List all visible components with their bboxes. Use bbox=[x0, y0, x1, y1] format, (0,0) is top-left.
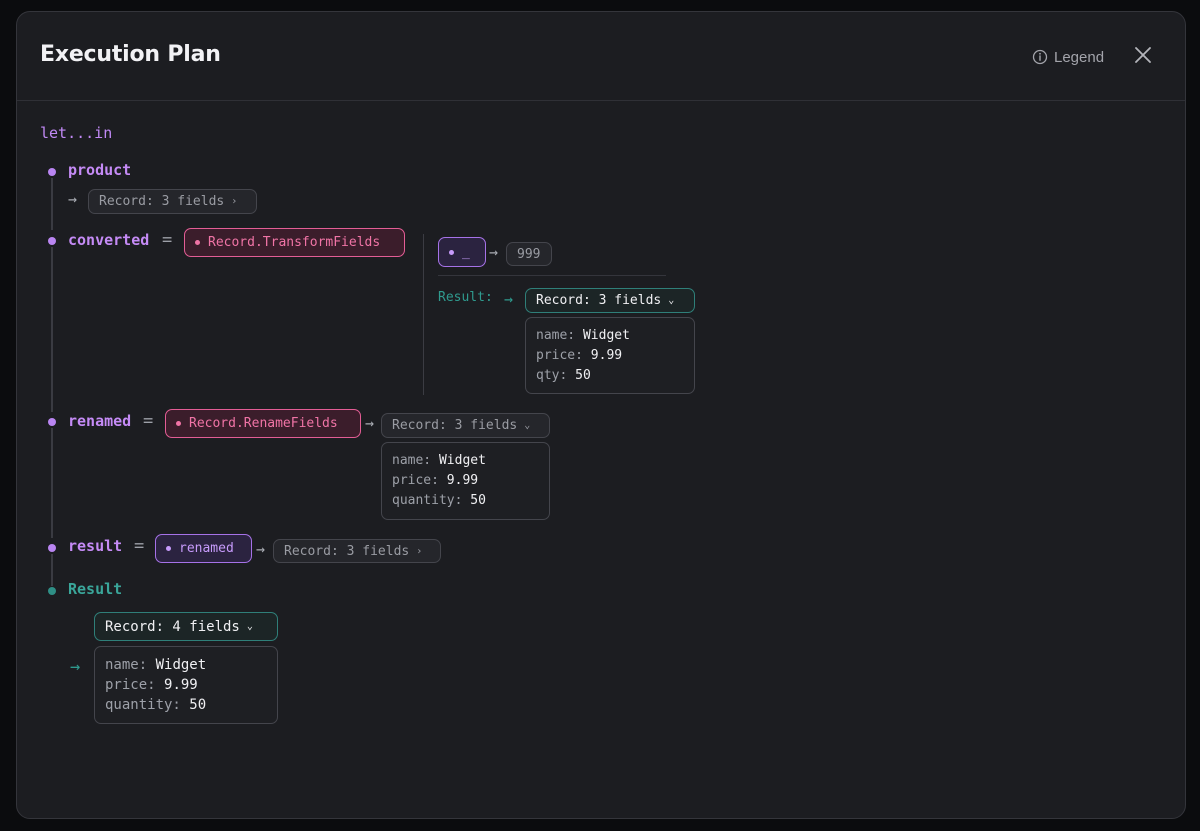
variable-product: product bbox=[68, 161, 132, 179]
variable-result: result bbox=[68, 537, 123, 555]
variable-converted: converted bbox=[68, 231, 150, 249]
converted-fields-panel: name: Widget price: 9.99 qty: 50 bbox=[525, 317, 695, 394]
equals-sign: = bbox=[162, 230, 173, 250]
close-icon[interactable] bbox=[1134, 46, 1152, 64]
timeline-dot bbox=[48, 587, 56, 595]
field-row: quantity: 50 bbox=[392, 493, 486, 508]
field-row: quantity: 50 bbox=[105, 697, 207, 713]
final-fields-panel: name: Widget price: 9.99 quantity: 50 bbox=[94, 646, 278, 724]
reference-renamed-pill[interactable]: renamed bbox=[155, 534, 252, 563]
function-rename-fields[interactable]: Record.RenameFields bbox=[165, 409, 361, 438]
separator bbox=[438, 275, 666, 276]
let-in-keyword: let...in bbox=[40, 124, 113, 142]
arrow: → bbox=[70, 657, 81, 677]
arrow: → bbox=[489, 243, 499, 261]
converted-record-pill[interactable]: Record: 3 fields ⌄ bbox=[525, 288, 695, 313]
renamed-fields-panel: name: Widget price: 9.99 quantity: 50 bbox=[381, 442, 550, 520]
chevron-right-icon: › bbox=[416, 545, 423, 557]
arrow: → bbox=[365, 414, 375, 432]
function-transform-fields[interactable]: Record.TransformFields bbox=[184, 228, 405, 257]
field-row: qty: 50 bbox=[536, 368, 591, 383]
timeline-line bbox=[51, 247, 53, 412]
chevron-down-icon: ⌄ bbox=[524, 420, 531, 431]
timeline-dot bbox=[48, 418, 56, 426]
chevron-right-icon: › bbox=[231, 196, 238, 207]
arrow: → bbox=[256, 540, 266, 558]
dialog-header: Execution Plan Legend bbox=[17, 12, 1185, 101]
legend-label: Legend bbox=[1054, 48, 1105, 66]
field-row: name: Widget bbox=[105, 657, 207, 673]
chevron-down-icon: ⌄ bbox=[668, 295, 675, 306]
field-row: price: 9.99 bbox=[392, 473, 479, 488]
timeline-line bbox=[51, 428, 53, 538]
renamed-record-pill[interactable]: Record: 3 fields ⌄ bbox=[381, 413, 550, 438]
info-circle-icon bbox=[1032, 49, 1048, 65]
timeline-line bbox=[51, 178, 53, 230]
equals-sign: = bbox=[134, 536, 145, 556]
result-label: Result: bbox=[438, 290, 493, 305]
timeline-dot bbox=[48, 237, 56, 245]
dialog-title: Execution Plan bbox=[40, 42, 221, 67]
timeline-dot bbox=[48, 544, 56, 552]
final-record-pill[interactable]: Record: 4 fields ⌄ bbox=[94, 612, 278, 641]
field-row: name: Widget bbox=[536, 328, 630, 343]
arrow: → bbox=[504, 290, 514, 308]
field-row: price: 9.99 bbox=[536, 348, 623, 363]
product-record-pill[interactable]: Record: 3 fields › bbox=[88, 189, 257, 214]
field-row: name: Widget bbox=[392, 453, 486, 468]
field-row: price: 9.99 bbox=[105, 677, 198, 693]
timeline-dot bbox=[48, 168, 56, 176]
execution-plan-dialog: Execution Plan Legend let...in product →… bbox=[16, 11, 1186, 819]
final-result-label: Result bbox=[68, 580, 123, 598]
result-record-pill[interactable]: Record: 3 fields › bbox=[273, 539, 441, 563]
variable-renamed: renamed bbox=[68, 412, 132, 430]
argument-divider bbox=[423, 234, 424, 395]
chevron-down-icon: ⌄ bbox=[246, 621, 253, 632]
timeline-line bbox=[51, 554, 53, 586]
lambda-value-pill: 999 bbox=[506, 242, 552, 266]
legend-button[interactable]: Legend bbox=[1032, 46, 1104, 68]
equals-sign: = bbox=[143, 411, 154, 431]
arrow: → bbox=[68, 190, 78, 208]
lambda-pill[interactable]: _ bbox=[438, 237, 486, 267]
